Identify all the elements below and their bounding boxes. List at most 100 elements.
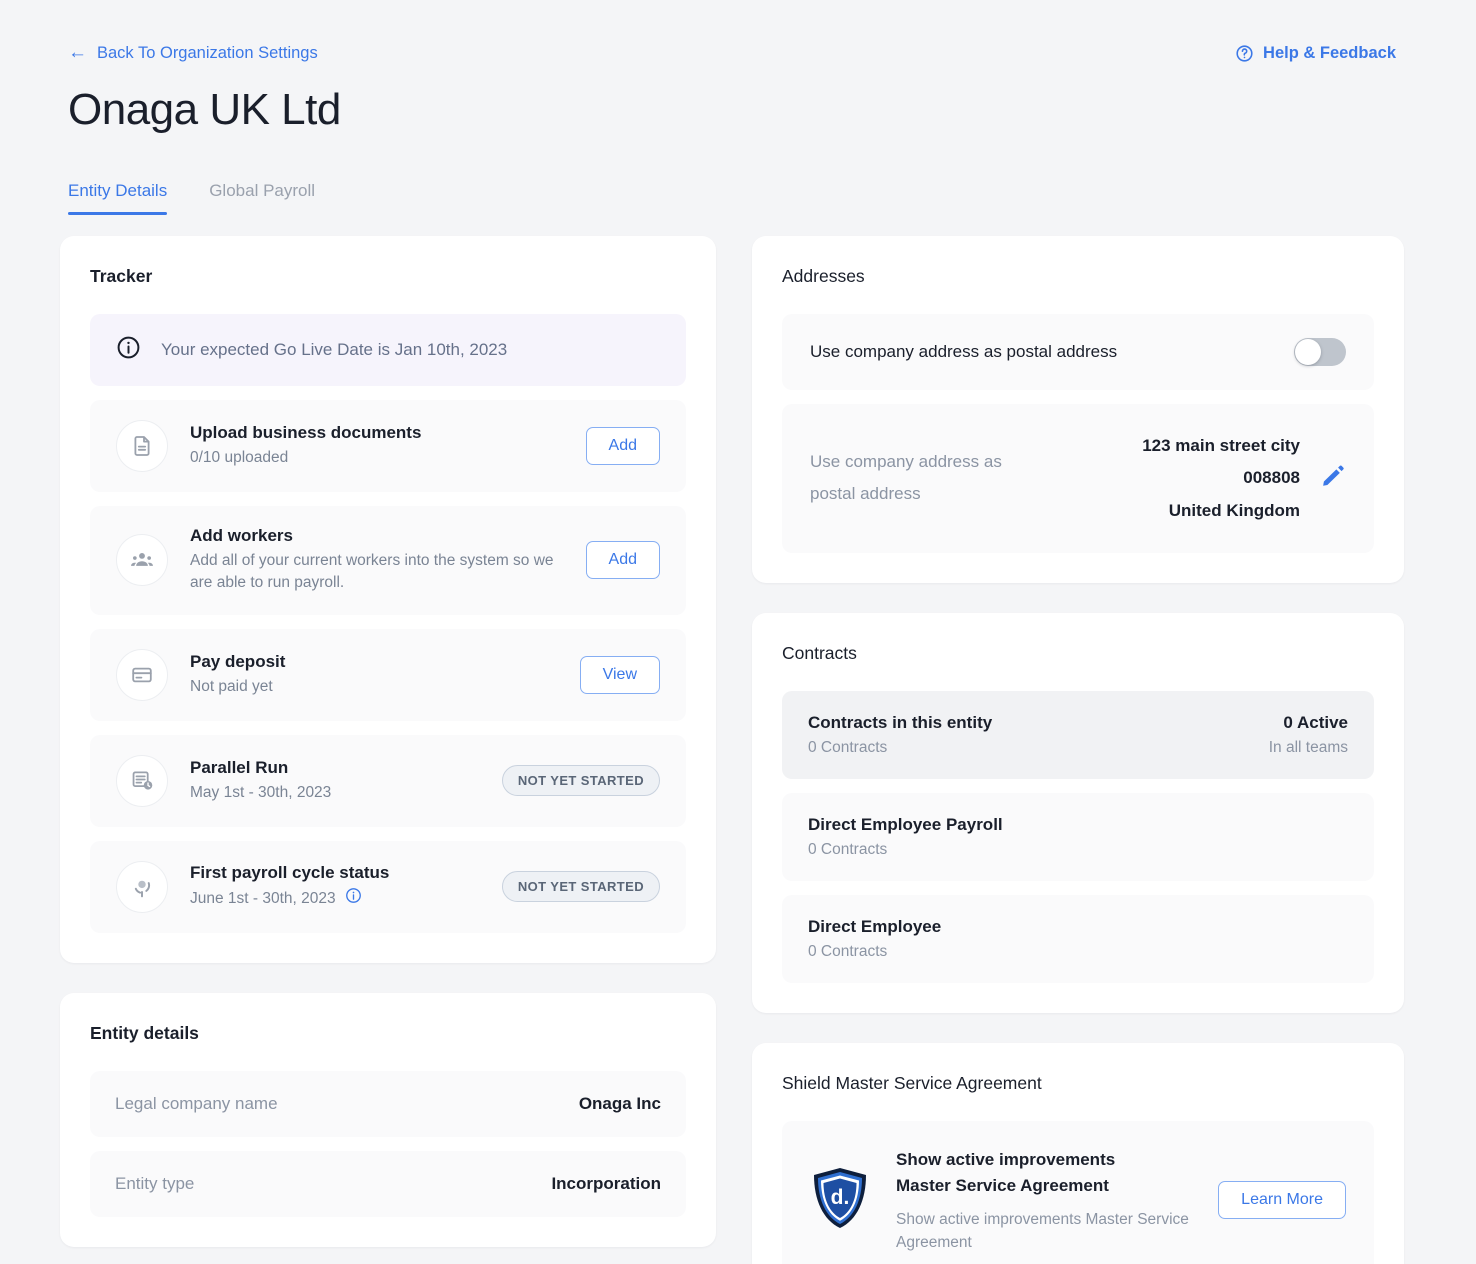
shield-msa-heading-line-2: Master Service Agreement bbox=[896, 1176, 1109, 1196]
tracker-item-subtitle-wrap: June 1st - 30th, 2023 bbox=[190, 887, 480, 911]
address-line-1: 123 main street city bbox=[1142, 436, 1300, 455]
tracker-item-title: Parallel Run bbox=[190, 757, 289, 777]
postal-address-row: Use company address as postal address 12… bbox=[782, 404, 1374, 553]
learn-more-button[interactable]: Learn More bbox=[1218, 1181, 1346, 1220]
entity-detail-row-legal-company-name: Legal company name Onaga Inc bbox=[90, 1070, 686, 1137]
address-line-2: 008808 bbox=[1243, 468, 1300, 488]
tracker-item-subtitle-wrap: 0/10 uploaded bbox=[190, 447, 564, 469]
payroll-status-icon bbox=[116, 860, 168, 913]
pencil-icon[interactable] bbox=[1320, 463, 1346, 494]
tracker-item-title: First payroll cycle status bbox=[190, 862, 390, 882]
shield-msa-card-title: Shield Master Service Agreement bbox=[782, 1072, 1042, 1093]
tracker-item-pay-deposit[interactable]: Pay deposit Not paid yet View bbox=[90, 628, 686, 721]
postal-address-label: Use company address as postal address bbox=[810, 452, 1002, 504]
contract-row-direct-employee[interactable]: Direct Employee 0 Contracts bbox=[782, 894, 1374, 983]
shield-msa-description: Show active improvements Master Service … bbox=[896, 1210, 1189, 1251]
contract-row-sub: 0 Contracts bbox=[808, 738, 888, 756]
help-and-feedback-link[interactable]: Help & Feedback bbox=[1235, 44, 1396, 63]
tab-entity-details-label: Entity Details bbox=[68, 181, 168, 200]
tracker-item-add-workers[interactable]: Add workers Add all of your current work… bbox=[90, 506, 686, 615]
back-arrow-icon: ← bbox=[68, 42, 87, 63]
contract-row-top-line: Direct Employee bbox=[808, 917, 1348, 937]
contract-row-name: Direct Employee Payroll bbox=[808, 814, 1003, 834]
tracker-item-subtitle: 0/10 uploaded bbox=[190, 448, 289, 466]
contract-row-direct-employee-payroll[interactable]: Direct Employee Payroll 0 Contracts bbox=[782, 792, 1374, 881]
tracker-item-subtitle-wrap: Not paid yet bbox=[190, 676, 558, 698]
address-line-3: United Kingdom bbox=[1168, 500, 1300, 520]
entity-detail-value: Onaga Inc bbox=[578, 1093, 661, 1113]
addresses-card: Addresses Use company address as postal … bbox=[752, 236, 1404, 583]
tracker-item-action: View bbox=[579, 655, 660, 694]
content-columns: Tracker Your expected Go Live Date is Ja… bbox=[0, 215, 1476, 1264]
page-title: Onaga UK Ltd bbox=[68, 85, 341, 134]
tracker-item-action: NOT YET STARTED bbox=[501, 765, 660, 797]
entity-detail-key: Legal company name bbox=[115, 1093, 278, 1113]
tracker-item-body: Add workers Add all of your current work… bbox=[190, 526, 564, 595]
shield-master-service-agreement-card: Shield Master Service Agreement d. Show … bbox=[752, 1042, 1404, 1264]
shield-msa-heading-line-1: Show active improvements bbox=[896, 1149, 1116, 1169]
shield-msa-action: Learn More bbox=[1218, 1181, 1346, 1220]
entity-detail-row-entity-type: Entity type Incorporation bbox=[90, 1150, 686, 1217]
tracker-item-body: Parallel Run May 1st - 30th, 2023 bbox=[190, 758, 480, 804]
tracker-item-title: Add workers bbox=[190, 526, 293, 545]
tracker-item-subtitle: June 1st - 30th, 2023 bbox=[190, 889, 336, 907]
shield-d-logo: d. bbox=[810, 1166, 870, 1235]
left-column: Tracker Your expected Go Live Date is Ja… bbox=[60, 236, 716, 1247]
entity-details-card: Entity details Legal company name Onaga … bbox=[60, 992, 716, 1247]
contract-row-sub: 0 Contracts bbox=[808, 840, 888, 858]
help-and-feedback-label: Help & Feedback bbox=[1263, 44, 1396, 62]
toggle-knob bbox=[1295, 339, 1321, 365]
tracker-card-title: Tracker bbox=[90, 266, 153, 286]
document-icon bbox=[116, 420, 168, 472]
right-column: Addresses Use company address as postal … bbox=[752, 236, 1404, 1264]
tab-global-payroll[interactable]: Global Payroll bbox=[209, 181, 315, 215]
contract-row-contracts-in-this-entity[interactable]: Contracts in this entity 0 Active 0 Cont… bbox=[782, 690, 1374, 779]
entity-detail-key: Entity type bbox=[115, 1173, 195, 1193]
info-circle-small-icon[interactable] bbox=[345, 887, 362, 911]
contract-row-sub-right: In all teams bbox=[1268, 738, 1348, 756]
shield-msa-text: Show active improvements Master Service … bbox=[896, 1147, 1192, 1254]
use-company-address-toggle[interactable] bbox=[1294, 338, 1346, 366]
back-link-label: Back To Organization Settings bbox=[97, 44, 318, 62]
tracker-item-action: NOT YET STARTED bbox=[501, 871, 660, 903]
contract-row-top-line: Contracts in this entity 0 Active bbox=[808, 713, 1348, 733]
tracker-item-first-payroll-cycle-status[interactable]: First payroll cycle status June 1st - 30… bbox=[90, 840, 686, 933]
tracker-item-subtitle-wrap: May 1st - 30th, 2023 bbox=[190, 782, 480, 804]
contracts-card: Contracts Contracts in this entity 0 Act… bbox=[752, 612, 1404, 1013]
tracker-item-title: Upload business documents bbox=[190, 422, 422, 442]
tracker-item-action: Add bbox=[585, 427, 660, 465]
tab-entity-details[interactable]: Entity Details bbox=[68, 181, 168, 215]
tracker-item-subtitle-wrap: Add all of your current workers into the… bbox=[190, 550, 564, 595]
go-live-date-banner: Your expected Go Live Date is Jan 10th, … bbox=[90, 314, 686, 386]
add-workers-add-button[interactable]: Add bbox=[585, 541, 660, 580]
page-root: ← Back To Organization Settings Help & F… bbox=[0, 0, 1476, 1264]
shield-msa-box: d. Show active improvements Master Servi… bbox=[782, 1120, 1374, 1264]
contract-row-name: Direct Employee bbox=[808, 916, 942, 936]
contract-row-bottom-line: 0 Contracts bbox=[808, 937, 1348, 961]
people-icon bbox=[116, 534, 168, 587]
tracker-item-subtitle: Add all of your current workers into the… bbox=[190, 552, 554, 592]
tracker-item-body: First payroll cycle status June 1st - 30… bbox=[190, 863, 480, 911]
tab-global-payroll-label: Global Payroll bbox=[209, 181, 316, 200]
pay-deposit-view-button[interactable]: View bbox=[579, 655, 660, 694]
contract-row-sub: 0 Contracts bbox=[808, 942, 888, 960]
contracts-card-title: Contracts bbox=[782, 642, 857, 663]
contract-row-bottom-line: 0 Contracts bbox=[808, 835, 1348, 859]
postal-address-right: 123 main street city 008808 United Kingd… bbox=[1142, 430, 1346, 527]
addresses-card-title: Addresses bbox=[782, 266, 865, 286]
tracker-item-upload-business-documents[interactable]: Upload business documents 0/10 uploaded … bbox=[90, 400, 686, 492]
tracker-item-body: Upload business documents 0/10 uploaded bbox=[190, 423, 564, 469]
back-to-organization-settings-link[interactable]: ← Back To Organization Settings bbox=[68, 42, 318, 63]
svg-text:d.: d. bbox=[831, 1186, 850, 1209]
question-circle-icon bbox=[1235, 44, 1254, 63]
info-circle-icon bbox=[116, 335, 141, 365]
tracker-item-subtitle: Not paid yet bbox=[190, 677, 273, 695]
contract-row-count: 0 Active bbox=[1283, 712, 1348, 732]
credit-card-icon bbox=[116, 648, 168, 701]
contract-row-top-line: Direct Employee Payroll bbox=[808, 815, 1348, 835]
upload-documents-add-button[interactable]: Add bbox=[585, 427, 660, 465]
tracker-item-parallel-run[interactable]: Parallel Run May 1st - 30th, 2023 NOT YE… bbox=[90, 734, 686, 827]
tracker-item-subtitle: May 1st - 30th, 2023 bbox=[190, 783, 332, 801]
document-clock-icon bbox=[116, 754, 168, 807]
entity-details-card-title: Entity details bbox=[90, 1022, 199, 1043]
